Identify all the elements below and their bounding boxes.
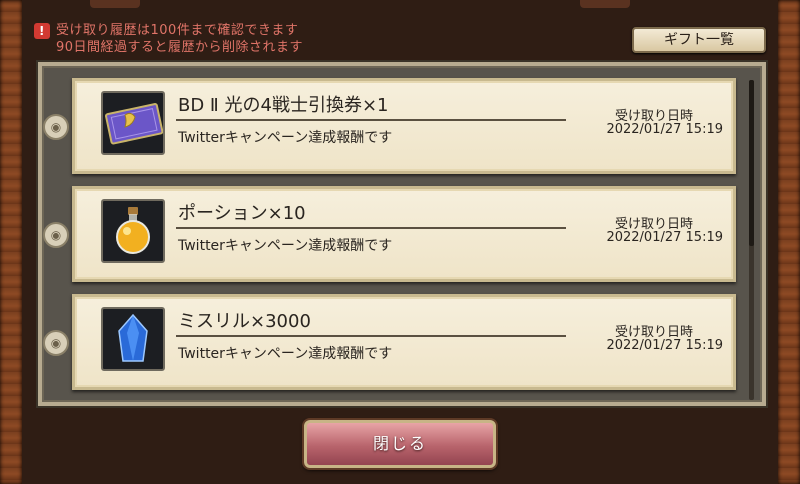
top-tab-decoration [90, 0, 140, 8]
item-divider [176, 227, 566, 229]
notice-line-2: 90日間経過すると履歴から削除されます [56, 40, 304, 55]
crystal-icon [101, 307, 165, 371]
item-description: Twitterキャンペーン達成報酬です [178, 130, 393, 146]
item-description: Twitterキャンペーン達成報酬です [178, 238, 393, 254]
received-history-list[interactable]: ◉ BD Ⅱ 光の4戦士引換券×1 Twitterキャンペーン達成報酬です 受け… [38, 62, 766, 406]
item-name: BD Ⅱ 光の4戦士引換券×1 [178, 95, 389, 116]
ticket-icon [101, 91, 165, 155]
item-description: Twitterキャンペーン達成報酬です [178, 346, 393, 362]
history-item[interactable]: ◉ ポーション×10 Twitterキャンペーン達成報酬です 受け取り日時 20… [43, 186, 736, 282]
item-divider [176, 335, 566, 337]
bag-icon: ◉ [43, 222, 69, 248]
potion-icon [101, 199, 165, 263]
history-item[interactable]: ◉ BD Ⅱ 光の4戦士引換券×1 Twitterキャンペーン達成報酬です 受け… [43, 78, 736, 174]
close-button[interactable]: 閉じる [304, 420, 496, 468]
left-wood-frame [0, 0, 22, 484]
bag-icon: ◉ [43, 330, 69, 356]
scrollbar-thumb[interactable] [749, 80, 754, 246]
received-date-value: 2022/01/27 15:19 [606, 338, 723, 353]
received-date-value: 2022/01/27 15:19 [606, 122, 723, 137]
notice-line-1: 受け取り履歴は100件まで確認できます [56, 23, 299, 38]
warning-icon: ! [34, 22, 50, 39]
gift-list-button[interactable]: ギフト一覧 [632, 27, 766, 53]
item-name: ミスリル×3000 [178, 311, 311, 332]
right-wood-frame [778, 0, 800, 484]
bag-icon: ◉ [43, 114, 69, 140]
received-date-value: 2022/01/27 15:19 [606, 230, 723, 245]
history-item[interactable]: ◉ ミスリル×3000 Twitterキャンペーン達成報酬です 受け取り日時 2… [43, 294, 736, 390]
item-divider [176, 119, 566, 121]
top-tab-decoration [580, 0, 630, 8]
history-notice: ! 受け取り履歴は100件まで確認できます 90日間経過すると履歴から削除されま… [34, 22, 303, 56]
item-name: ポーション×10 [178, 203, 306, 224]
